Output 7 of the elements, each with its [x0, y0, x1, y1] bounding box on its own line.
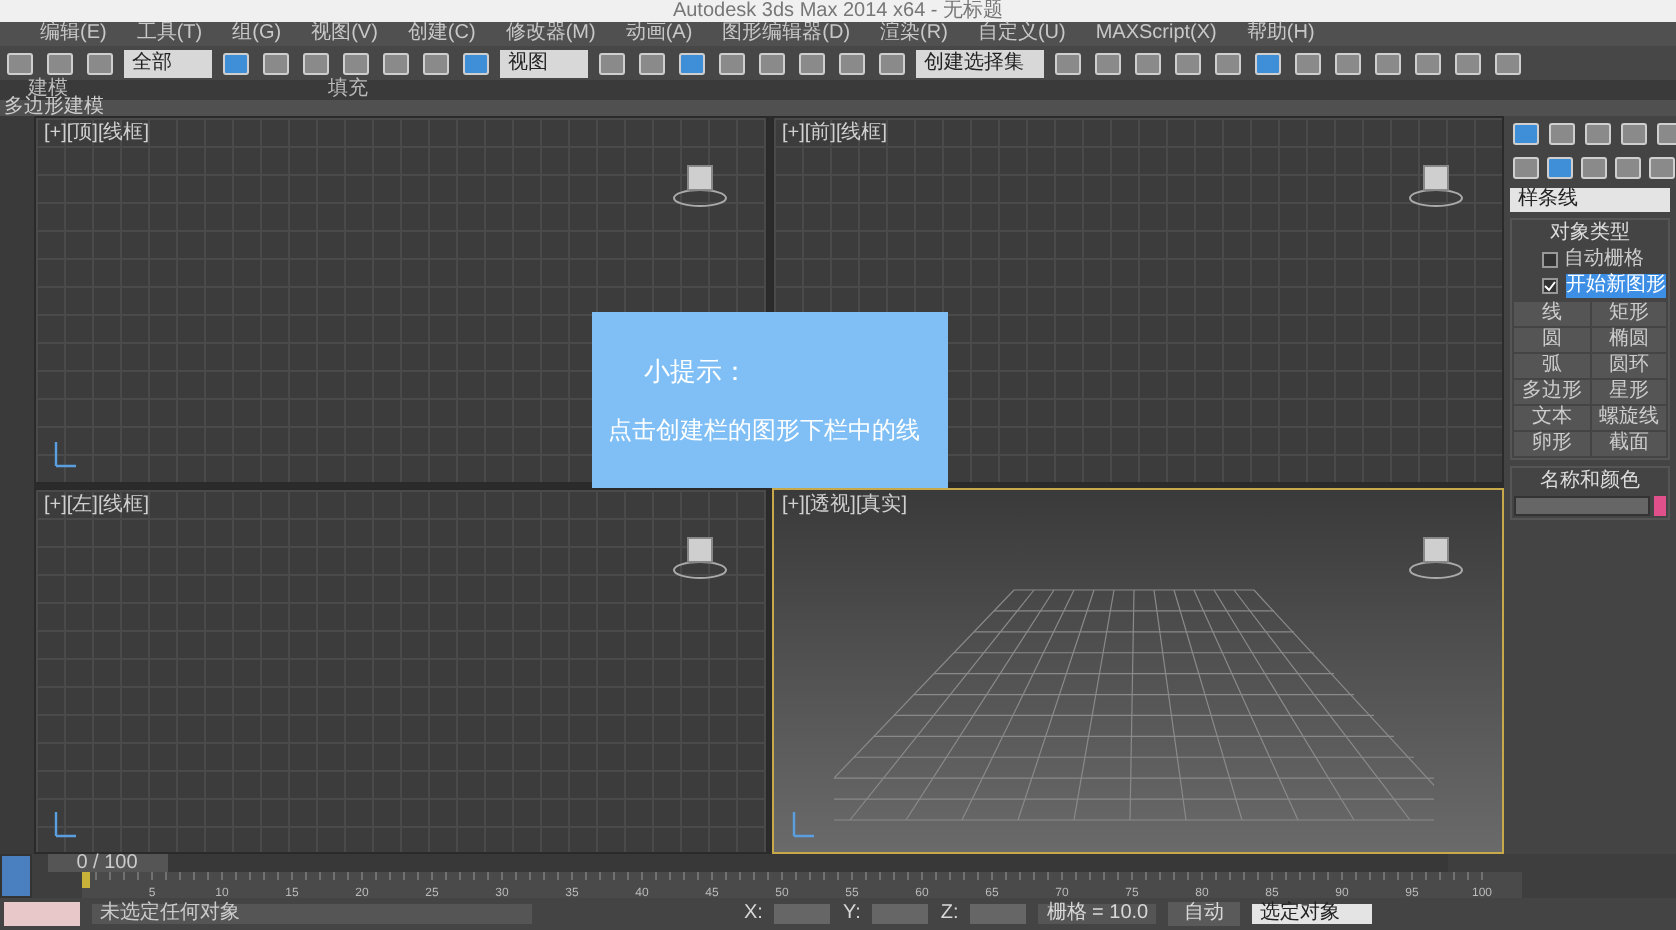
tip-title: 小提示： — [642, 354, 750, 391]
status-message: 未选定任何对象 — [92, 904, 532, 924]
z-label: Z: — [940, 904, 959, 924]
y-label: Y: — [842, 904, 861, 924]
checkbox-label: 自动栅格 — [1564, 248, 1644, 270]
x-label: X: — [744, 904, 763, 924]
grid-size-text: 栅格 = 10.0 — [1038, 904, 1157, 924]
